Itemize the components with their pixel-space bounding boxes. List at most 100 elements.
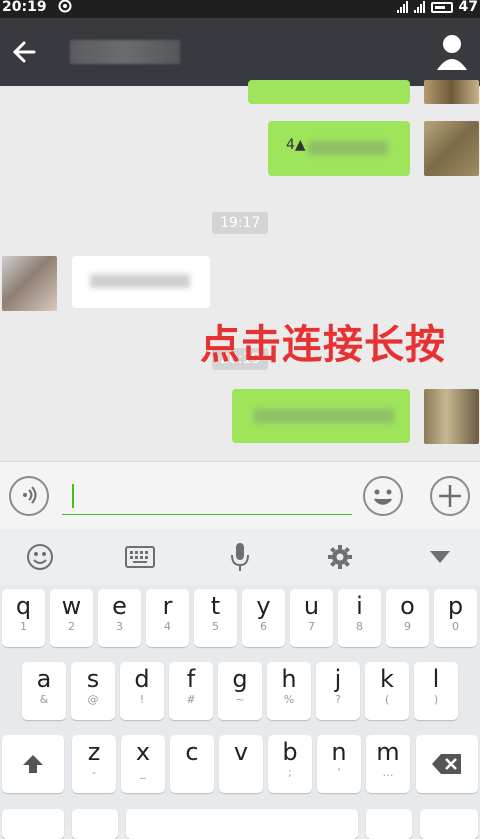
status-right-group: 47 (396, 0, 478, 15)
key-secondary: - (92, 766, 96, 779)
emoji-icon[interactable] (20, 539, 60, 575)
sent-message-bubble[interactable] (232, 389, 410, 443)
received-message-bubble[interactable] (72, 256, 210, 308)
gear-icon[interactable] (320, 539, 360, 575)
key-secondary: 6 (260, 620, 267, 633)
key-m[interactable]: m… (366, 735, 410, 793)
key-w[interactable]: w2 (50, 589, 93, 647)
key-letter: w (61, 592, 82, 620)
key-g[interactable]: g ~ (218, 662, 262, 720)
sent-message-text: 4▲ (286, 137, 306, 153)
key-secondary: 1 (20, 620, 27, 633)
key-u[interactable]: u7 (290, 589, 333, 647)
key-b[interactable]: b; (268, 735, 312, 793)
key-x[interactable]: x _ (121, 735, 165, 793)
key-secondary: @ (87, 693, 99, 706)
key-i[interactable]: i8 (338, 589, 381, 647)
my-avatar[interactable] (424, 80, 479, 104)
plus-icon[interactable] (430, 476, 470, 516)
keyboard-bottom-key[interactable] (366, 809, 412, 839)
key-letter: v (233, 738, 249, 766)
key-secondary: 4 (164, 620, 171, 633)
circle-loop-icon (58, 0, 72, 17)
backspace-icon[interactable] (416, 735, 478, 793)
key-s[interactable]: s @ (71, 662, 115, 720)
key-l[interactable]: l) (414, 662, 458, 720)
key-letter: s (86, 665, 100, 693)
key-letter: f (186, 665, 196, 693)
keyboard-bottom-key[interactable] (420, 809, 478, 839)
space-key[interactable] (126, 809, 358, 839)
sent-message-bubble[interactable] (248, 80, 410, 104)
my-avatar[interactable] (424, 121, 479, 176)
key-secondary: & (39, 693, 49, 706)
person-icon[interactable] (434, 32, 470, 72)
key-secondary: 8 (356, 620, 363, 633)
key-secondary: 9 (404, 620, 411, 633)
key-letter: l (432, 665, 440, 693)
key-letter: x (135, 738, 151, 766)
key-n[interactable]: n ' (317, 735, 361, 793)
message-timestamp: 19:17 (212, 212, 269, 234)
key-letter: c (185, 738, 199, 766)
key-secondary: 0 (452, 620, 459, 633)
collapse-icon[interactable] (420, 539, 460, 575)
key-letter: e (112, 592, 127, 620)
key-secondary: 5 (212, 620, 219, 633)
key-t[interactable]: t5 (194, 589, 237, 647)
wifi-signal-icon (396, 1, 408, 13)
key-secondary: _ (140, 766, 146, 779)
key-j[interactable]: j? (316, 662, 360, 720)
key-letter: q (15, 592, 32, 620)
keyboard-bottom-key[interactable] (2, 809, 64, 839)
key-k[interactable]: k( (365, 662, 409, 720)
keyboard-toolbar (0, 529, 480, 585)
key-letter: r (162, 592, 173, 620)
contact-avatar[interactable] (2, 256, 57, 311)
key-e[interactable]: e3 (98, 589, 141, 647)
text-cursor (72, 484, 74, 508)
keyboard-bottom-key[interactable] (72, 809, 118, 839)
battery-level: 47 (458, 0, 478, 15)
shift-arrow-icon[interactable] (2, 735, 64, 793)
emoji-icon[interactable] (363, 476, 403, 516)
key-v[interactable]: v (219, 735, 263, 793)
battery-icon (430, 1, 453, 13)
key-secondary: ; (288, 766, 292, 779)
microphone-icon[interactable] (220, 539, 260, 575)
key-letter: k (380, 665, 394, 693)
key-letter: i (356, 592, 363, 620)
key-a[interactable]: a & (22, 662, 66, 720)
key-f[interactable]: f # (169, 662, 213, 720)
my-avatar[interactable] (424, 389, 479, 444)
key-c[interactable]: c (170, 735, 214, 793)
key-d[interactable]: d! (120, 662, 164, 720)
key-secondary: 7 (308, 620, 315, 633)
key-z[interactable]: z- (72, 735, 116, 793)
key-o[interactable]: o9 (386, 589, 429, 647)
key-secondary: … (382, 766, 394, 779)
key-y[interactable]: y6 (242, 589, 285, 647)
key-r[interactable]: r4 (146, 589, 189, 647)
keyboard-icon[interactable] (120, 539, 160, 575)
key-letter: n (331, 738, 347, 766)
key-secondary: % (283, 693, 295, 706)
key-letter: j (334, 665, 342, 693)
voice-icon[interactable] (9, 476, 49, 516)
key-q[interactable]: q1 (2, 589, 45, 647)
cell-signal-icon (413, 1, 425, 13)
arrow-left-icon[interactable] (8, 34, 40, 70)
chat-title-blurred (70, 40, 180, 64)
key-secondary: ' (337, 766, 341, 779)
key-h[interactable]: h% (267, 662, 311, 720)
key-p[interactable]: p0 (434, 589, 477, 647)
key-letter: g (232, 665, 248, 693)
key-secondary: 3 (116, 620, 123, 633)
message-input[interactable] (62, 480, 352, 515)
key-secondary: 2 (68, 620, 75, 633)
sent-message-bubble[interactable]: 4▲ (268, 121, 410, 176)
key-letter: d (134, 665, 150, 693)
key-letter: o (400, 592, 415, 620)
key-letter: y (256, 592, 271, 620)
chat-message-list[interactable]: 4▲ 19:17 20:19 (0, 80, 480, 461)
